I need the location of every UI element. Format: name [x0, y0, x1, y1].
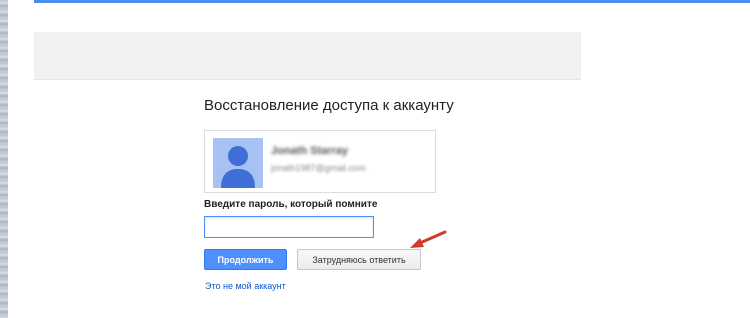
header-band: [34, 32, 581, 80]
unsure-button[interactable]: Затрудняюсь ответить: [297, 249, 421, 270]
account-card: Jonath Starray jonath1987@gmail.com: [204, 130, 436, 193]
account-name: Jonath Starray: [271, 145, 349, 157]
password-label: Введите пароль, который помните: [204, 199, 378, 210]
page-title: Восстановление доступа к аккаунту: [204, 97, 454, 114]
password-input[interactable]: [204, 216, 374, 238]
person-silhouette-icon: [221, 146, 255, 188]
desktop-edge: [0, 0, 8, 318]
top-accent-bar: [34, 0, 750, 3]
not-my-account-link[interactable]: Это не мой аккаунт: [205, 281, 286, 291]
avatar: [213, 138, 263, 188]
continue-button[interactable]: Продолжить: [204, 249, 287, 270]
account-email: jonath1987@gmail.com: [271, 163, 366, 173]
